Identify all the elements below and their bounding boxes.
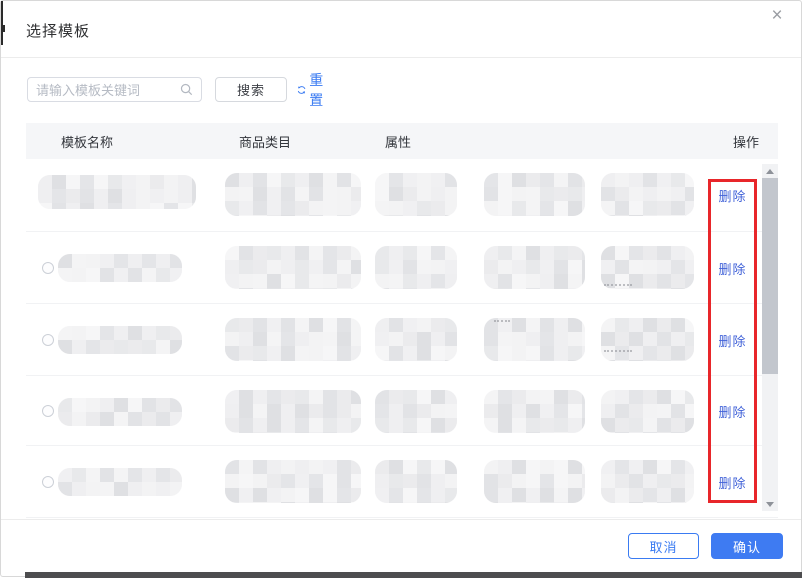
- scroll-up-arrow-icon[interactable]: [762, 164, 778, 178]
- radio-button[interactable]: [42, 405, 54, 417]
- table-row[interactable]: 删除: [26, 232, 778, 304]
- template-table: 模板名称 商品类目 属性 操作 删除 删除: [26, 123, 778, 519]
- redacted-attribute: [375, 173, 457, 216]
- delete-link[interactable]: 删除: [708, 259, 757, 278]
- redacted-template-name: [58, 254, 182, 282]
- search-input[interactable]: 请输入模板关键词: [27, 77, 202, 102]
- redacted-attribute: [484, 390, 585, 433]
- table-row[interactable]: 删除: [26, 304, 778, 376]
- delete-link[interactable]: 删除: [708, 186, 757, 205]
- refresh-icon: [297, 83, 306, 97]
- scrollbar-thumb[interactable]: [762, 178, 778, 374]
- delete-link[interactable]: 删除: [708, 473, 757, 492]
- redacted-template-name: [58, 326, 182, 354]
- redacted-template-name: [58, 468, 182, 496]
- search-placeholder: 请输入模板关键词: [36, 80, 180, 99]
- delete-link[interactable]: 删除: [708, 402, 757, 421]
- column-header-category: 商品类目: [239, 132, 291, 151]
- blur-artifact: [494, 320, 510, 322]
- redacted-attribute: [601, 460, 694, 503]
- redacted-attribute: [375, 460, 457, 503]
- redacted-attribute: [601, 390, 694, 433]
- redacted-attribute: [375, 318, 457, 361]
- cancel-button[interactable]: 取消: [628, 533, 699, 559]
- background-page-artifact: [25, 572, 802, 578]
- scrollbar[interactable]: [762, 164, 778, 511]
- scroll-down-arrow-icon[interactable]: [762, 497, 778, 511]
- search-button[interactable]: 搜索: [215, 77, 287, 102]
- redacted-attribute: [375, 390, 457, 433]
- dialog-title: 选择模板: [26, 20, 90, 41]
- select-template-dialog: 选择模板 × 请输入模板关键词 搜索 重置 模板名称 商品类目 属性: [0, 0, 802, 577]
- delete-link[interactable]: 删除: [708, 331, 757, 350]
- redacted-attribute: [601, 173, 694, 216]
- column-header-actions: 操作: [733, 132, 759, 151]
- redacted-attribute: [375, 246, 457, 289]
- redacted-category: [225, 318, 361, 361]
- redacted-category: [225, 390, 361, 433]
- table-row[interactable]: 删除: [26, 376, 778, 446]
- background-page-artifact: [1, 1, 3, 45]
- dialog-header: 选择模板 ×: [1, 1, 801, 58]
- table-row[interactable]: 删除: [26, 446, 778, 518]
- search-icon: [180, 83, 193, 96]
- blur-artifact: [604, 284, 632, 286]
- radio-button[interactable]: [42, 334, 54, 346]
- confirm-button[interactable]: 确认: [711, 533, 783, 559]
- redacted-template-name: [38, 175, 196, 209]
- blur-artifact: [604, 350, 632, 352]
- background-page-artifact: [1, 25, 5, 32]
- table-row[interactable]: 删除: [26, 159, 778, 232]
- reset-link[interactable]: 重置: [297, 80, 329, 100]
- radio-button[interactable]: [42, 476, 54, 488]
- reset-label: 重置: [309, 70, 329, 110]
- radio-button[interactable]: [42, 262, 54, 274]
- redacted-category: [225, 173, 361, 216]
- redacted-template-name: [58, 398, 182, 426]
- dialog-footer: 取消 确认: [1, 519, 801, 572]
- redacted-attribute: [601, 318, 694, 361]
- redacted-attribute: [484, 460, 585, 503]
- column-header-attributes: 属性: [385, 132, 411, 151]
- close-icon[interactable]: ×: [765, 5, 789, 29]
- redacted-attribute: [601, 246, 694, 289]
- redacted-attribute: [484, 246, 585, 289]
- redacted-attribute: [484, 173, 585, 216]
- redacted-category: [225, 246, 361, 289]
- redacted-attribute: [484, 318, 585, 361]
- table-header: 模板名称 商品类目 属性 操作: [26, 123, 778, 159]
- redacted-category: [225, 460, 361, 503]
- column-header-template-name: 模板名称: [61, 132, 113, 151]
- table-body: 删除 删除 删除: [26, 159, 778, 519]
